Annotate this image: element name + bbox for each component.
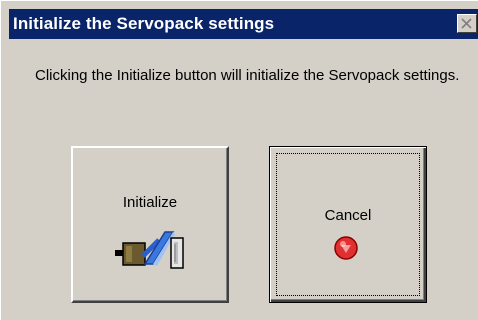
servo-motor-icon: [115, 231, 184, 269]
focus-indicator: [276, 153, 420, 296]
cancel-button[interactable]: Cancel: [269, 146, 427, 303]
close-button[interactable]: [457, 14, 477, 33]
close-icon: [461, 18, 472, 29]
title-bar[interactable]: Initialize the Servopack settings: [9, 9, 478, 39]
dialog-title: Initialize the Servopack settings: [13, 14, 275, 33]
stop-sign-icon: [334, 236, 358, 260]
cancel-button-label: Cancel: [324, 207, 372, 224]
initialize-dialog: Initialize the Servopack settings Clicki…: [0, 0, 478, 320]
initialize-button-label: Initialize: [122, 194, 178, 211]
dialog-message: Clicking the Initialize button will init…: [35, 67, 460, 84]
initialize-button[interactable]: Initialize: [71, 146, 229, 303]
